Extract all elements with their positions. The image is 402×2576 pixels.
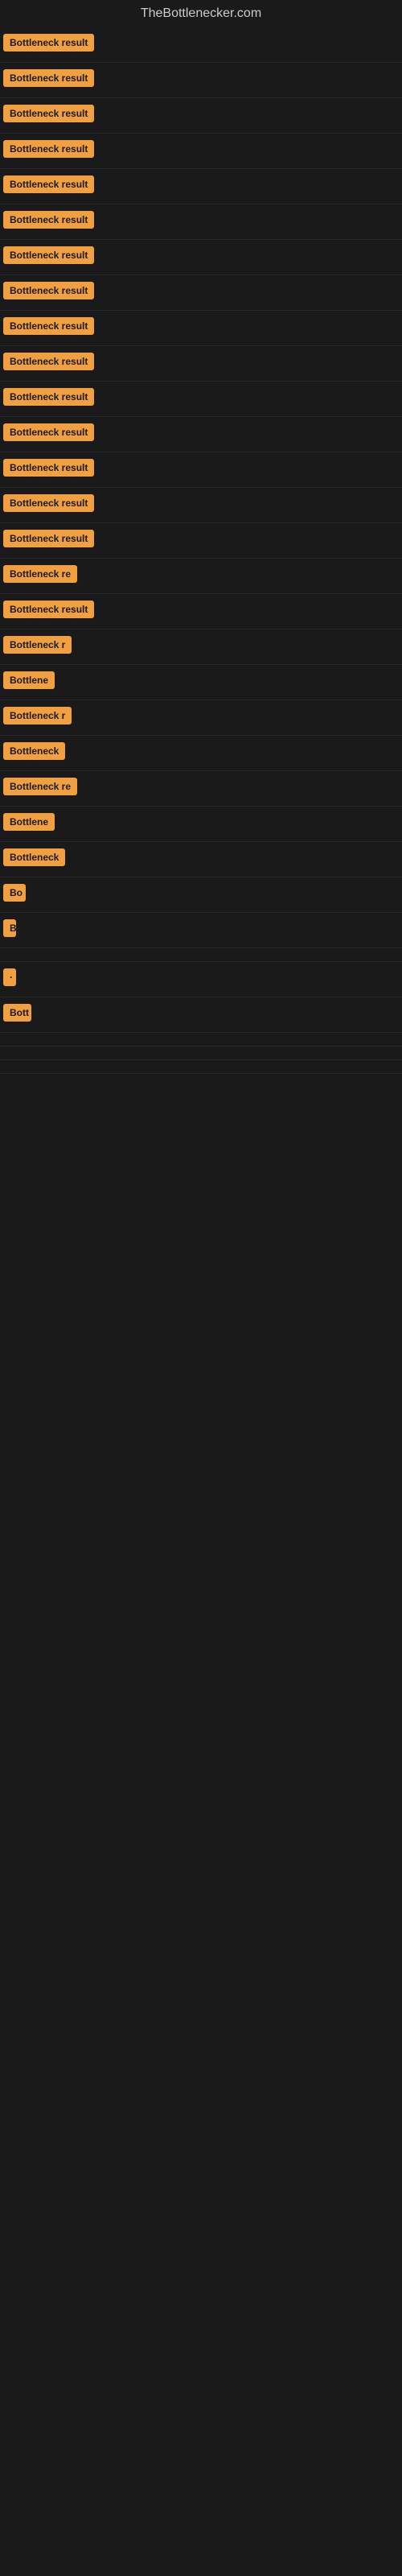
list-item: Bottleneck result bbox=[0, 63, 402, 98]
list-item: Bottleneck re bbox=[0, 559, 402, 594]
list-item: Bottlene bbox=[0, 807, 402, 842]
bottleneck-result-badge[interactable]: Bottleneck result bbox=[3, 282, 94, 299]
results-container: Bottleneck result Bottleneck result Bottle… bbox=[0, 27, 402, 1074]
bottleneck-result-badge[interactable]: Bottleneck result bbox=[3, 69, 94, 87]
list-item: Bottleneck result bbox=[0, 346, 402, 382]
list-item: Bottleneck re bbox=[0, 771, 402, 807]
list-item: Bottlene bbox=[0, 665, 402, 700]
list-item bbox=[0, 1046, 402, 1060]
bottleneck-result-badge[interactable]: · bbox=[3, 968, 16, 986]
list-item: Bottleneck bbox=[0, 842, 402, 877]
bottleneck-result-badge[interactable]: Bottleneck result bbox=[3, 140, 94, 158]
list-item: Bottleneck bbox=[0, 736, 402, 771]
list-item: Bottleneck result bbox=[0, 134, 402, 169]
bottleneck-result-badge[interactable]: Bottleneck result bbox=[3, 601, 94, 618]
list-item bbox=[0, 1033, 402, 1046]
list-item: Bottleneck result bbox=[0, 382, 402, 417]
list-item: Bottleneck result bbox=[0, 169, 402, 204]
list-item: Bottleneck result bbox=[0, 98, 402, 134]
list-item: Bottleneck result bbox=[0, 417, 402, 452]
bottleneck-result-badge[interactable]: Bottlene bbox=[3, 813, 55, 831]
bottleneck-result-badge[interactable]: Bottleneck r bbox=[3, 636, 72, 654]
bottleneck-result-badge[interactable]: Bottleneck result bbox=[3, 246, 94, 264]
bottleneck-result-badge[interactable]: Bottleneck re bbox=[3, 565, 77, 583]
list-item: Bottleneck result bbox=[0, 523, 402, 559]
bottleneck-result-badge[interactable]: Bottlene bbox=[3, 671, 55, 689]
list-item: Bottleneck result bbox=[0, 488, 402, 523]
list-item: Bo bbox=[0, 877, 402, 913]
bottleneck-result-badge[interactable]: Bottleneck result bbox=[3, 175, 94, 193]
bottleneck-result-badge[interactable]: Bottleneck result bbox=[3, 494, 94, 512]
list-item: Bott bbox=[0, 997, 402, 1033]
bottleneck-result-badge[interactable]: Bottleneck result bbox=[3, 353, 94, 370]
list-item: Bottleneck result bbox=[0, 204, 402, 240]
list-item: · bbox=[0, 962, 402, 997]
bottleneck-result-badge[interactable]: Bottleneck result bbox=[3, 423, 94, 441]
bottleneck-result-badge[interactable]: Bottleneck result bbox=[3, 211, 94, 229]
bottleneck-result-badge[interactable]: B bbox=[3, 919, 16, 937]
list-item: Bottleneck r bbox=[0, 700, 402, 736]
bottleneck-result-badge[interactable]: Bottleneck r bbox=[3, 707, 72, 724]
bottleneck-result-badge[interactable]: Bo bbox=[3, 884, 26, 902]
list-item: B bbox=[0, 913, 402, 948]
list-item: Bottleneck result bbox=[0, 27, 402, 63]
bottleneck-result-badge[interactable]: Bottleneck bbox=[3, 848, 65, 866]
list-item: Bottleneck r bbox=[0, 630, 402, 665]
bottleneck-result-badge[interactable]: Bottleneck result bbox=[3, 530, 94, 547]
bottleneck-result-badge[interactable]: Bottleneck result bbox=[3, 105, 94, 122]
bottleneck-result-badge[interactable]: Bottleneck result bbox=[3, 388, 94, 406]
list-item bbox=[0, 948, 402, 962]
list-item bbox=[0, 1060, 402, 1074]
bottleneck-result-badge[interactable]: Bottleneck result bbox=[3, 317, 94, 335]
list-item: Bottleneck result bbox=[0, 452, 402, 488]
list-item: Bottleneck result bbox=[0, 311, 402, 346]
bottleneck-result-badge[interactable]: Bottleneck re bbox=[3, 778, 77, 795]
site-title: TheBottlenecker.com bbox=[0, 0, 402, 27]
bottleneck-result-badge[interactable]: Bottleneck result bbox=[3, 34, 94, 52]
list-item: Bottleneck result bbox=[0, 240, 402, 275]
bottleneck-result-badge[interactable]: Bottleneck bbox=[3, 742, 65, 760]
bottleneck-result-badge[interactable]: Bott bbox=[3, 1004, 31, 1022]
list-item: Bottleneck result bbox=[0, 275, 402, 311]
bottleneck-result-badge[interactable]: Bottleneck result bbox=[3, 459, 94, 477]
list-item: Bottleneck result bbox=[0, 594, 402, 630]
